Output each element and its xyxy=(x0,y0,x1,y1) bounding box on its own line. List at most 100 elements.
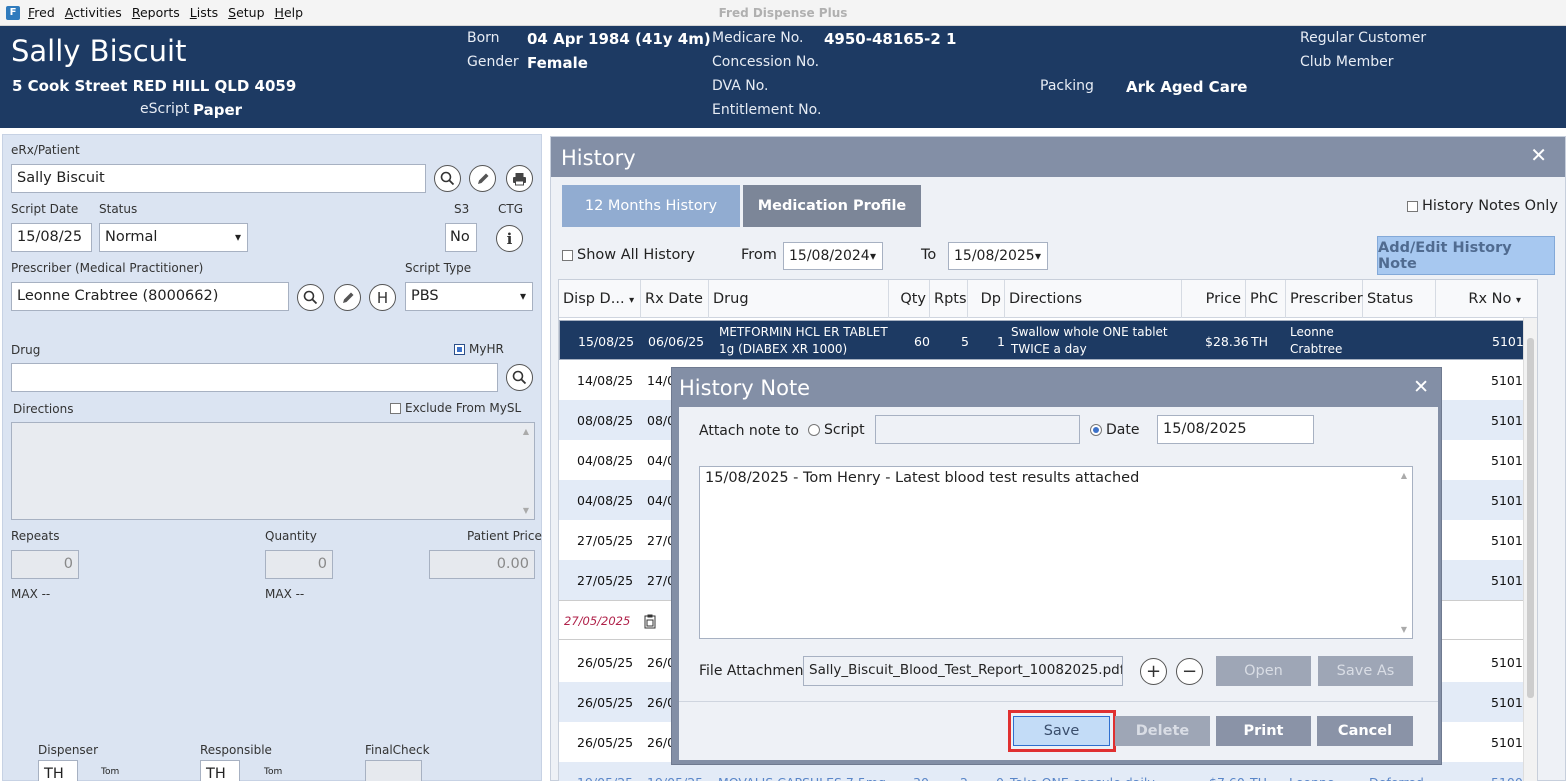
remove-attachment-icon[interactable]: − xyxy=(1176,658,1203,685)
status-select[interactable]: Normal xyxy=(99,223,248,252)
escript-label: eScript xyxy=(140,101,190,117)
history-notes-only-checkbox[interactable]: History Notes Only xyxy=(1407,198,1558,214)
col-rpts[interactable]: Rpts xyxy=(930,280,968,318)
printer-icon[interactable] xyxy=(506,165,533,192)
col-qty[interactable]: Qty xyxy=(889,280,930,318)
col-drug[interactable]: Drug xyxy=(709,280,889,318)
responsible-input[interactable]: TH xyxy=(200,760,240,781)
concession-label: Concession No. xyxy=(712,54,820,70)
table-row[interactable]: 15/08/25 06/06/25 METFORMIN HCL ER TABLE… xyxy=(559,320,1537,360)
col-directions[interactable]: Directions xyxy=(1005,280,1182,318)
tab-medication-profile[interactable]: Medication Profile xyxy=(743,185,921,227)
menu-reports[interactable]: Reports xyxy=(132,5,180,20)
from-label: From xyxy=(741,247,777,263)
menu-fred[interactable]: Fred xyxy=(28,5,55,20)
clipboard-icon[interactable] xyxy=(644,601,656,641)
script-type-label: Script Type xyxy=(405,261,472,275)
scroll-up-icon[interactable]: ▲ xyxy=(523,427,529,436)
quantity-label: Quantity xyxy=(265,529,317,543)
add-attachment-icon[interactable]: + xyxy=(1140,658,1167,685)
repeats-input[interactable]: 0 xyxy=(11,550,79,579)
script-radio[interactable]: Script xyxy=(808,422,865,438)
history-h-button[interactable]: H xyxy=(369,284,396,311)
script-field[interactable] xyxy=(875,415,1080,444)
script-date-label: Script Date xyxy=(11,202,79,216)
scroll-down-icon[interactable]: ▼ xyxy=(523,506,529,515)
save-button[interactable]: Save xyxy=(1013,716,1110,746)
script-date-input[interactable]: 15/08/25 xyxy=(11,223,92,252)
menu-fred-rest: red xyxy=(34,5,55,20)
note-scroll-down-icon[interactable]: ▼ xyxy=(1401,625,1407,634)
s3-input[interactable]: No xyxy=(445,223,477,252)
file-attachment-field[interactable]: Sally_Biscuit_Blood_Test_Report_10082025… xyxy=(803,656,1123,686)
prescriber-edit-icon[interactable] xyxy=(334,284,361,311)
menu-bar: F Fred Activities Reports Lists Setup He… xyxy=(0,0,1566,26)
col-rx-no[interactable]: Rx No ▾ xyxy=(1436,280,1525,318)
erx-patient-label: eRx/Patient xyxy=(11,143,80,157)
ctg-label: CTG xyxy=(498,202,524,216)
cell-drug: METFORMIN HCL ER TABLET 1g (DIABEX XR 10… xyxy=(719,325,888,356)
from-date-select[interactable]: 15/08/2024 xyxy=(783,242,883,270)
drug-search-icon[interactable] xyxy=(506,364,533,391)
close-icon[interactable]: ✕ xyxy=(1530,143,1547,167)
note-row-date: 27/05/2025 xyxy=(564,614,631,628)
patient-price-input[interactable]: 0.00 xyxy=(429,550,535,579)
save-as-button[interactable]: Save As xyxy=(1318,656,1413,686)
col-dp[interactable]: Dp xyxy=(968,280,1005,318)
print-button[interactable]: Print xyxy=(1216,716,1311,746)
dispenser-input[interactable]: TH xyxy=(38,760,78,781)
finalcheck-label: FinalCheck xyxy=(365,743,430,757)
grid-scrollbar[interactable] xyxy=(1523,318,1537,781)
search-icon[interactable] xyxy=(434,165,461,192)
finalcheck-input[interactable] xyxy=(365,760,422,781)
delete-button[interactable]: Delete xyxy=(1115,716,1210,746)
erx-patient-input[interactable]: Sally Biscuit xyxy=(11,164,426,193)
myhr-checkbox[interactable]: MyHR xyxy=(454,342,504,356)
menu-activities[interactable]: Activities xyxy=(65,5,122,20)
edit-pencil-icon[interactable] xyxy=(469,165,496,192)
exclude-mysl-checkbox[interactable]: Exclude From MySL xyxy=(390,401,521,415)
tab-12-months-history[interactable]: 12 Months History xyxy=(562,185,740,227)
menu-setup[interactable]: Setup xyxy=(228,5,264,20)
col-phc[interactable]: PhC xyxy=(1246,280,1286,318)
col-rx-no-label: Rx No xyxy=(1468,291,1512,307)
col-prescriber[interactable]: Prescriber xyxy=(1286,280,1363,318)
to-date-select[interactable]: 15/08/2025 xyxy=(948,242,1048,270)
s3-label: S3 xyxy=(454,202,470,216)
packing-value: Ark Aged Care xyxy=(1126,78,1248,96)
packing-label: Packing xyxy=(1040,78,1094,94)
script-radio-label: Script xyxy=(824,422,865,438)
script-type-select[interactable]: PBS xyxy=(405,282,533,311)
born-label: Born xyxy=(467,30,500,46)
cell-disp: 27/05/25 xyxy=(577,532,634,548)
repeats-max: MAX -- xyxy=(11,587,51,601)
add-edit-history-note-button[interactable]: Add/Edit History Note xyxy=(1377,236,1555,275)
prescriber-search-icon[interactable] xyxy=(297,284,324,311)
date-radio[interactable]: Date xyxy=(1090,422,1139,438)
col-disp-date[interactable]: Disp D... ▾ xyxy=(559,280,641,318)
note-scroll-up-icon[interactable]: ▲ xyxy=(1401,471,1407,480)
info-icon[interactable]: i xyxy=(496,225,523,252)
dialog-close-icon[interactable]: ✕ xyxy=(1413,376,1429,398)
prescriber-input[interactable]: Leonne Crabtree (8000662) xyxy=(11,282,289,311)
patient-price-label: Patient Price xyxy=(467,529,542,543)
show-all-history-checkbox[interactable]: Show All History xyxy=(562,247,695,263)
cell-qty: 60 xyxy=(914,333,930,349)
col-rx-date[interactable]: Rx Date xyxy=(641,280,709,318)
col-status[interactable]: Status xyxy=(1363,280,1436,318)
col-price[interactable]: Price xyxy=(1182,280,1246,318)
drug-input[interactable] xyxy=(11,363,498,392)
medicare-value: 4950-48165-2 1 xyxy=(824,30,957,48)
dispenser-name: Tom xyxy=(101,767,120,777)
quantity-input[interactable]: 0 xyxy=(265,550,333,579)
myhr-label: MyHR xyxy=(469,342,504,356)
directions-textarea[interactable]: ▲ ▼ xyxy=(11,422,535,520)
open-button[interactable]: Open xyxy=(1216,656,1311,686)
scrollbar-thumb[interactable] xyxy=(1527,338,1534,698)
cancel-button[interactable]: Cancel xyxy=(1317,716,1413,746)
note-textarea[interactable]: 15/08/2025 - Tom Henry - Latest blood te… xyxy=(699,466,1413,639)
menu-lists[interactable]: Lists xyxy=(190,5,218,20)
menu-help[interactable]: Help xyxy=(275,5,304,20)
show-all-history-label: Show All History xyxy=(577,247,695,263)
date-field[interactable]: 15/08/2025 xyxy=(1157,415,1314,444)
